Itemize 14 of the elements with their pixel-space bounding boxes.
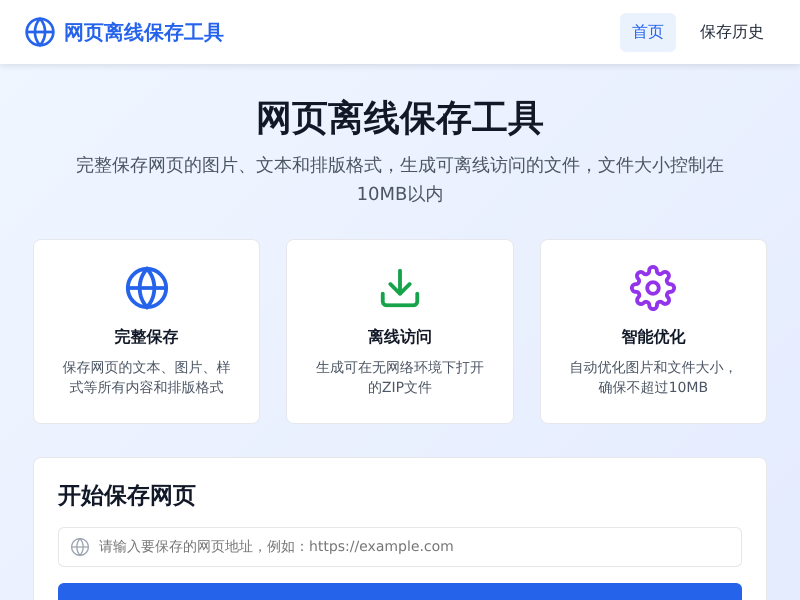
feature-description: 自动优化图片和文件大小，确保不超过10MB	[568, 359, 738, 398]
url-input-field[interactable]: 请输入要保存的网页地址，例如：https://example.com	[58, 527, 742, 567]
globe-icon	[24, 16, 56, 48]
feature-description: 生成可在无网络环境下打开的ZIP文件	[315, 359, 485, 398]
feature-title: 完整保存	[114, 327, 179, 348]
page-subtitle: 完整保存网页的图片、文本和排版格式，生成可离线访问的文件，文件大小控制在10MB以内	[75, 154, 725, 207]
app-title: 网页离线保存工具	[64, 18, 224, 46]
page-heading: 网页离线保存工具	[255, 97, 545, 141]
feature-title: 离线访问	[368, 327, 432, 348]
nav-link[interactable]: 保存历史	[688, 12, 776, 52]
form-heading: 开始保存网页	[58, 482, 197, 511]
feature-title: 智能优化	[621, 327, 686, 348]
nav-link[interactable]: 首页	[620, 12, 676, 52]
feature-description: 保存网页的文本、图片、样式等所有内容和排版格式	[62, 359, 232, 398]
